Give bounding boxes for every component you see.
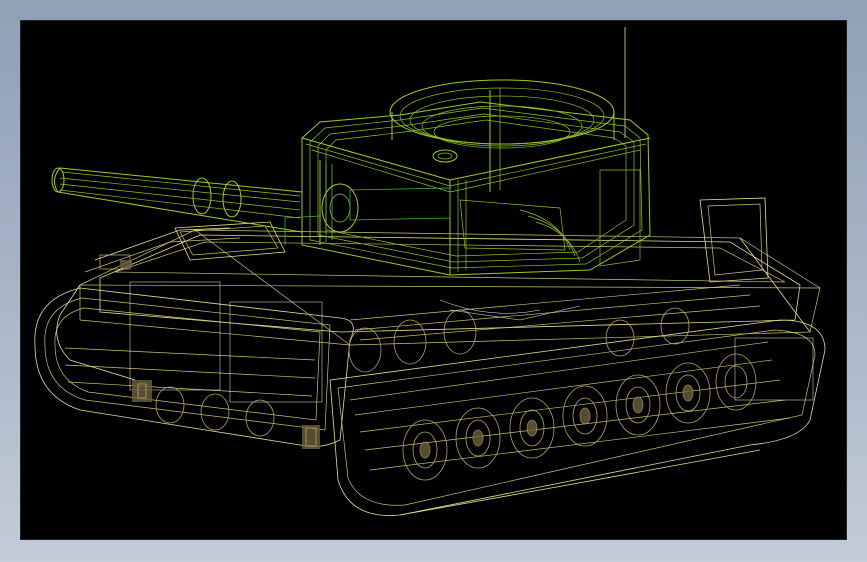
- left-mesh-panel-rear: [229, 301, 323, 403]
- left-mesh-panel-front: [129, 281, 221, 391]
- turret: [301, 88, 651, 276]
- rear-grille: [734, 337, 814, 401]
- gun-barrel: [51, 167, 359, 233]
- right-track: [329, 319, 826, 516]
- front-hull: [56, 227, 241, 381]
- road-wheels: [348, 307, 757, 481]
- left-track: [34, 281, 354, 449]
- cad-viewport[interactable]: [20, 20, 847, 540]
- left-rollers: [155, 386, 275, 437]
- engine-deck: [349, 284, 761, 341]
- tank-wireframe-model: [34, 27, 826, 516]
- cupola: [389, 79, 615, 163]
